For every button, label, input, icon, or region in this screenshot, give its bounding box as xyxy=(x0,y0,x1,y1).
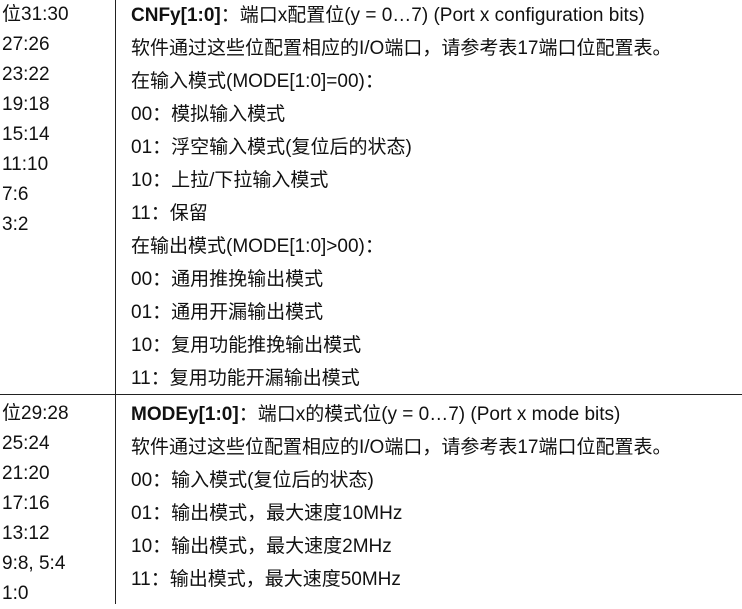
cnf-desc-line: 01：浮空输入模式(复位后的状态) xyxy=(131,137,412,158)
mode-desc-line: 01：输出模式，最大速度10MHz xyxy=(131,503,403,524)
cnf-desc-line: 在输出模式(MODE[1:0]>00)： xyxy=(131,236,384,257)
cnf-bit-range: 11:10 xyxy=(2,154,49,175)
cnf-desc-line: 01：通用开漏输出模式 xyxy=(131,302,324,323)
mode-bit-range: 21:20 xyxy=(2,463,50,484)
mode-desc-line: 软件通过这些位配置相应的I/O端口，请参考表17端口位配置表。 xyxy=(131,437,672,458)
mode-bit-range: 17:16 xyxy=(2,493,50,514)
cnf-desc-line: 11：复用功能开漏输出模式 xyxy=(131,368,360,389)
mode-description-column: MODEy[1:0]：端口x的模式位(y = 0…7) (Port x mode… xyxy=(116,395,742,604)
mode-row: 位29:28 25:24 21:20 17:16 13:12 9:8, 5:4 … xyxy=(0,394,742,604)
cnf-description-column: CNFy[1:0]：端口x配置位(y = 0…7) (Port x config… xyxy=(116,0,742,394)
mode-bit-range: 13:12 xyxy=(2,523,50,544)
cnf-desc-line: 10：复用功能推挽输出模式 xyxy=(131,335,362,356)
cnf-field-desc: ：端口x配置位(y = 0…7) (Port x configuration b… xyxy=(220,5,645,26)
cnf-field-heading: CNFy[1:0]：端口x配置位(y = 0…7) (Port x config… xyxy=(131,0,742,33)
mode-desc-line: 10：输出模式，最大速度2MHz xyxy=(131,536,392,557)
cnf-field-name: CNFy[1:0] xyxy=(131,5,221,26)
mode-bits-column: 位29:28 25:24 21:20 17:16 13:12 9:8, 5:4 … xyxy=(0,395,116,604)
cnf-bit-range: 15:14 xyxy=(2,124,50,145)
cnf-desc-line: 00：通用推挽输出模式 xyxy=(131,269,324,290)
cnf-desc-line: 00：模拟输入模式 xyxy=(131,104,286,125)
mode-bit-range: 9:8, 5:4 xyxy=(2,553,66,574)
cnf-bit-range: 3:2 xyxy=(2,214,29,235)
mode-desc-line: 00：输入模式(复位后的状态) xyxy=(131,470,374,491)
mode-bit-range: 25:24 xyxy=(2,433,50,454)
mode-field-heading: MODEy[1:0]：端口x的模式位(y = 0…7) (Port x mode… xyxy=(131,399,742,432)
cnf-bits-column: 位31:30 27:26 23:22 19:18 15:14 11:10 7:6… xyxy=(0,0,116,394)
cnf-desc-line: 在输入模式(MODE[1:0]=00)： xyxy=(131,71,384,92)
register-description-table: 位31:30 27:26 23:22 19:18 15:14 11:10 7:6… xyxy=(0,0,742,604)
cnf-row: 位31:30 27:26 23:22 19:18 15:14 11:10 7:6… xyxy=(0,0,742,394)
mode-bit-range: 1:0 xyxy=(2,583,29,604)
cnf-desc-line: 软件通过这些位配置相应的I/O端口，请参考表17端口位配置表。 xyxy=(131,38,672,59)
cnf-bit-range: 23:22 xyxy=(2,64,50,85)
cnf-bit-range: 7:6 xyxy=(2,184,29,205)
cnf-bit-range: 位31:30 xyxy=(2,4,69,25)
cnf-bit-range: 19:18 xyxy=(2,94,50,115)
mode-field-name: MODEy[1:0] xyxy=(131,404,239,425)
cnf-desc-line: 11：保留 xyxy=(131,203,208,224)
mode-bit-range: 位29:28 xyxy=(2,403,69,424)
cnf-bit-range: 27:26 xyxy=(2,34,50,55)
mode-desc-line: 11：输出模式，最大速度50MHz xyxy=(131,569,401,590)
cnf-desc-line: 10：上拉/下拉输入模式 xyxy=(131,170,329,191)
mode-field-desc: ：端口x的模式位(y = 0…7) (Port x mode bits) xyxy=(238,404,621,425)
